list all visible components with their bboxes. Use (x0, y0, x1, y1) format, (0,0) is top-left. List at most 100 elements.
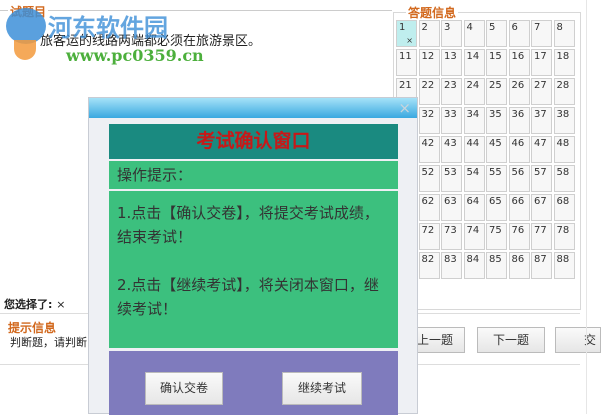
question-cell-11[interactable]: 11 (396, 49, 417, 76)
question-cell-52[interactable]: 52 (418, 165, 440, 192)
cell-number: 85 (489, 254, 502, 265)
question-cell-55[interactable]: 55 (486, 165, 507, 192)
cell-number: 23 (444, 80, 457, 91)
question-cell-78[interactable]: 78 (553, 223, 575, 250)
cell-number: 7 (534, 22, 541, 33)
question-cell-2[interactable]: 2 (418, 20, 440, 47)
question-cell-76[interactable]: 76 (508, 223, 530, 250)
question-cell-45[interactable]: 45 (486, 136, 507, 163)
question-cell-67[interactable]: 67 (531, 194, 552, 221)
question-cell-34[interactable]: 34 (463, 107, 485, 134)
question-cell-57[interactable]: 57 (531, 165, 552, 192)
confirm-submit-button[interactable]: 确认交卷 (145, 372, 223, 405)
question-cell-68[interactable]: 68 (553, 194, 575, 221)
instruction-2: 2.点击【继续考试】，将关闭本窗口，继续考试！ (117, 276, 379, 318)
question-cell-24[interactable]: 24 (463, 78, 485, 105)
cell-number: 8 (556, 22, 563, 33)
question-cell-3[interactable]: 3 (441, 20, 462, 47)
submit-button[interactable]: 交 (555, 327, 601, 353)
dialog-actions: 确认交卷 继续考试 (109, 351, 398, 415)
cell-number: 24 (466, 80, 480, 91)
question-cell-18[interactable]: 18 (553, 49, 575, 76)
question-cell-48[interactable]: 48 (553, 136, 575, 163)
cell-number: 73 (444, 225, 457, 236)
question-cell-25[interactable]: 25 (486, 78, 507, 105)
question-cell-63[interactable]: 63 (441, 194, 462, 221)
cell-number: 87 (534, 254, 547, 265)
question-cell-37[interactable]: 37 (531, 107, 552, 134)
question-cell-65[interactable]: 65 (486, 194, 507, 221)
question-cell-74[interactable]: 74 (463, 223, 485, 250)
question-cell-58[interactable]: 58 (553, 165, 575, 192)
cell-number: 52 (421, 167, 435, 178)
cell-number: 32 (421, 109, 435, 120)
cell-number: 83 (444, 254, 457, 265)
cell-number: 33 (444, 109, 457, 120)
question-cell-7[interactable]: 7 (531, 20, 552, 47)
question-cell-23[interactable]: 23 (441, 78, 462, 105)
question-cell-16[interactable]: 16 (508, 49, 530, 76)
cell-number: 26 (511, 80, 525, 91)
cell-number: 86 (511, 254, 525, 265)
cell-number: 17 (534, 51, 547, 62)
question-cell-33[interactable]: 33 (441, 107, 462, 134)
cell-number: 22 (421, 80, 435, 91)
question-cell-6[interactable]: 6 (508, 20, 530, 47)
question-cell-82[interactable]: 82 (418, 252, 440, 279)
next-question-button[interactable]: 下一题 (477, 327, 545, 353)
question-cell-86[interactable]: 86 (508, 252, 530, 279)
question-cell-72[interactable]: 72 (418, 223, 440, 250)
question-cell-8[interactable]: 8 (553, 20, 575, 47)
question-cell-13[interactable]: 13 (441, 49, 462, 76)
selected-value: × (56, 298, 66, 311)
instruction-1: 1.点击【确认交卷】，将提交考试成绩，结束考试！ (117, 204, 379, 246)
dialog-titlebar (89, 98, 417, 118)
question-cell-22[interactable]: 22 (418, 78, 440, 105)
cell-number: 1 (399, 22, 406, 33)
question-cell-84[interactable]: 84 (463, 252, 485, 279)
question-cell-77[interactable]: 77 (531, 223, 552, 250)
question-cell-62[interactable]: 62 (418, 194, 440, 221)
continue-exam-button[interactable]: 继续考试 (282, 372, 362, 405)
cell-number: 5 (489, 22, 496, 33)
close-icon[interactable]: × (398, 99, 411, 117)
question-cell-83[interactable]: 83 (441, 252, 462, 279)
cell-number: 14 (466, 51, 480, 62)
cell-number: 34 (466, 109, 480, 120)
question-cell-75[interactable]: 75 (486, 223, 507, 250)
question-cell-42[interactable]: 42 (418, 136, 440, 163)
cell-number: 55 (489, 167, 502, 178)
cell-number: 64 (466, 196, 480, 207)
question-cell-26[interactable]: 26 (508, 78, 530, 105)
question-cell-5[interactable]: 5 (486, 20, 507, 47)
question-cell-28[interactable]: 28 (553, 78, 575, 105)
question-cell-46[interactable]: 46 (508, 136, 530, 163)
question-cell-88[interactable]: 88 (553, 252, 575, 279)
hint-text: 判断题，请判断 (10, 336, 87, 349)
cell-number: 68 (556, 196, 570, 207)
question-cell-54[interactable]: 54 (463, 165, 485, 192)
question-cell-38[interactable]: 38 (553, 107, 575, 134)
question-cell-56[interactable]: 56 (508, 165, 530, 192)
question-cell-15[interactable]: 15 (486, 49, 507, 76)
question-cell-32[interactable]: 32 (418, 107, 440, 134)
question-cell-44[interactable]: 44 (463, 136, 485, 163)
question-cell-53[interactable]: 53 (441, 165, 462, 192)
question-cell-87[interactable]: 87 (531, 252, 552, 279)
question-cell-85[interactable]: 85 (486, 252, 507, 279)
cell-number: 67 (534, 196, 547, 207)
question-cell-47[interactable]: 47 (531, 136, 552, 163)
question-cell-12[interactable]: 12 (418, 49, 440, 76)
question-cell-36[interactable]: 36 (508, 107, 530, 134)
question-cell-4[interactable]: 4 (463, 20, 485, 47)
question-cell-14[interactable]: 14 (463, 49, 485, 76)
question-cell-27[interactable]: 27 (531, 78, 552, 105)
question-cell-73[interactable]: 73 (441, 223, 462, 250)
question-cell-35[interactable]: 35 (486, 107, 507, 134)
question-cell-66[interactable]: 66 (508, 194, 530, 221)
question-cell-43[interactable]: 43 (441, 136, 462, 163)
question-cell-64[interactable]: 64 (463, 194, 485, 221)
hint-label: 操作提示： (109, 161, 398, 189)
question-cell-1[interactable]: 1 × (396, 20, 417, 47)
question-cell-17[interactable]: 17 (531, 49, 552, 76)
